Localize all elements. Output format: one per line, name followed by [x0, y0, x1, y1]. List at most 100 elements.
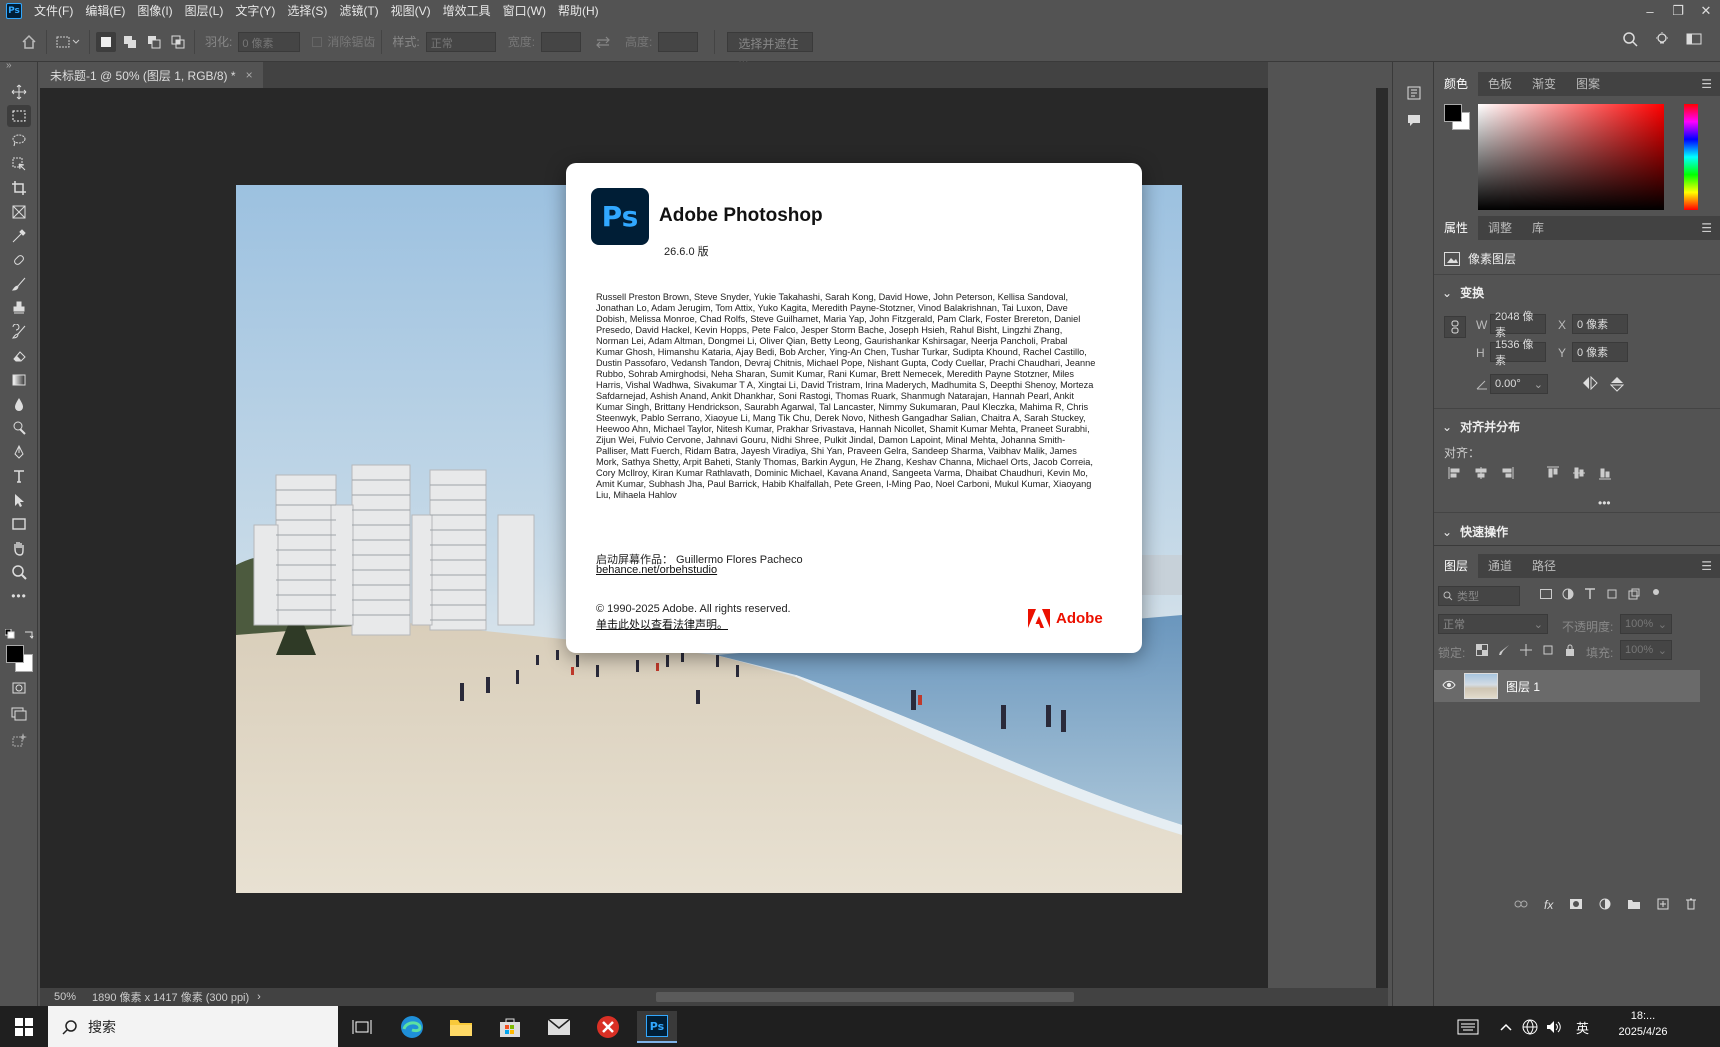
crop-tool-icon[interactable] [7, 177, 31, 199]
more-tools-icon[interactable]: ••• [7, 585, 31, 607]
color-panel-foreground-swatch[interactable] [1444, 104, 1462, 122]
tab-layers[interactable]: 图层 [1434, 554, 1479, 578]
toolbox-app-icon[interactable] [588, 1011, 628, 1043]
align-center-h-icon[interactable] [1474, 466, 1488, 483]
keyboard-icon[interactable] [1448, 1011, 1488, 1043]
width-field[interactable]: 2048 像素 [1490, 311, 1546, 339]
filter-pixel-icon[interactable] [1540, 588, 1552, 603]
spot-healing-tool-icon[interactable] [7, 249, 31, 271]
move-tool-icon[interactable] [7, 81, 31, 103]
taskbar-search-box[interactable]: 搜索 [48, 1006, 338, 1047]
document-tab[interactable]: 未标题-1 @ 50% (图层 1, RGB/8) * × [40, 62, 263, 88]
close-tab-icon[interactable]: × [246, 68, 253, 82]
task-view-icon[interactable] [342, 1011, 382, 1043]
flip-horizontal-icon[interactable] [1582, 375, 1598, 393]
menu-window[interactable]: 窗口(W) [497, 0, 552, 22]
color-field[interactable] [1478, 104, 1664, 210]
history-brush-tool-icon[interactable] [7, 321, 31, 343]
edge-browser-icon[interactable] [392, 1011, 432, 1043]
hand-tool-icon[interactable] [7, 537, 31, 559]
swap-dimensions-icon[interactable] [593, 32, 613, 52]
menu-plugins[interactable]: 增效工具 [437, 0, 497, 22]
gradient-tool-icon[interactable] [7, 369, 31, 391]
about-photoshop-dialog[interactable]: Ps Adobe Photoshop 26.6.0 版 Russell Pres… [566, 163, 1142, 653]
rectangle-tool-icon[interactable] [7, 513, 31, 535]
workspace-icon[interactable] [1686, 31, 1702, 50]
lock-artboard-icon[interactable] [1542, 644, 1554, 659]
menu-image[interactable]: 图像(I) [131, 0, 178, 22]
file-explorer-icon[interactable] [441, 1011, 481, 1043]
brush-tool-icon[interactable] [7, 273, 31, 295]
minimize-button[interactable]: – [1636, 0, 1664, 22]
align-bottom-icon[interactable] [1598, 466, 1612, 483]
tab-properties[interactable]: 属性 [1434, 216, 1479, 240]
new-selection-icon[interactable] [96, 31, 116, 52]
feather-input[interactable]: 0 像素 [238, 31, 301, 52]
search-icon[interactable] [1622, 31, 1638, 50]
discover-bulb-icon[interactable] [1654, 31, 1670, 50]
tab-paths[interactable]: 路径 [1522, 554, 1566, 578]
filter-type-icon[interactable] [1584, 588, 1596, 603]
tab-adjustments[interactable]: 调整 [1478, 216, 1522, 240]
menu-edit[interactable]: 编辑(E) [79, 0, 131, 22]
show-hidden-icons-icon[interactable] [1496, 1011, 1516, 1043]
quick-mask-icon[interactable] [7, 677, 31, 699]
screen-mode-icon[interactable] [7, 703, 31, 725]
height-field[interactable]: 1536 像素 [1490, 339, 1546, 367]
style-select[interactable]: 正常 [425, 31, 496, 52]
foreground-color-swatch[interactable] [6, 645, 24, 663]
new-group-icon[interactable] [1627, 898, 1641, 913]
frame-tool-icon[interactable] [7, 201, 31, 223]
layer-effects-icon[interactable]: fx [1544, 898, 1553, 913]
quick-actions-section-title[interactable]: ⌄ 快速操作 [1442, 523, 1508, 540]
rectangular-marquee-tool-icon[interactable] [7, 105, 31, 127]
zoom-level[interactable]: 50% [54, 991, 76, 1003]
object-selection-tool-icon[interactable] [7, 153, 31, 175]
select-and-mask-button[interactable]: 选择并遮住 ... [727, 31, 814, 66]
adjustment-layer-icon[interactable] [1599, 898, 1611, 913]
layer-filter-select[interactable]: 类型 [1438, 586, 1520, 606]
eye-icon[interactable] [1442, 679, 1456, 693]
lock-transparent-icon[interactable] [1476, 644, 1488, 659]
width-input[interactable] [541, 31, 582, 52]
splash-credit-link[interactable]: behance.net/orbehstudio [596, 564, 717, 576]
height-input[interactable] [658, 31, 699, 52]
zoom-tool-icon[interactable] [7, 561, 31, 583]
history-panel-icon[interactable] [1407, 86, 1421, 103]
intersect-selection-icon[interactable] [168, 32, 188, 52]
close-window-button[interactable]: ✕ [1692, 0, 1720, 22]
eraser-tool-icon[interactable] [7, 345, 31, 367]
flip-vertical-icon[interactable] [1609, 376, 1625, 395]
filter-shape-icon[interactable] [1606, 588, 1618, 603]
filter-toggle-icon[interactable] [1650, 588, 1662, 603]
opacity-field[interactable]: 100% ⌄ [1620, 614, 1672, 634]
blur-tool-icon[interactable] [7, 393, 31, 415]
menu-filter[interactable]: 滤镜(T) [333, 0, 384, 22]
y-field[interactable]: 0 像素 [1572, 342, 1628, 362]
network-icon[interactable] [1518, 1011, 1542, 1043]
align-middle-v-icon[interactable] [1572, 466, 1586, 483]
eyedropper-tool-icon[interactable] [7, 225, 31, 247]
hue-slider[interactable] [1684, 104, 1698, 210]
tab-swatches[interactable]: 色板 [1478, 72, 1522, 96]
panel-menu-icon[interactable]: ☰ [1701, 221, 1712, 235]
panel-menu-icon[interactable]: ☰ [1701, 559, 1712, 573]
volume-icon[interactable] [1542, 1011, 1566, 1043]
tab-patterns[interactable]: 图案 [1566, 72, 1610, 96]
dodge-tool-icon[interactable] [7, 417, 31, 439]
microsoft-store-icon[interactable] [490, 1011, 530, 1043]
align-left-icon[interactable] [1448, 466, 1462, 483]
swap-colors-icon[interactable] [24, 628, 34, 642]
home-icon[interactable] [18, 32, 40, 52]
comments-panel-icon[interactable] [1407, 114, 1421, 131]
subtract-selection-icon[interactable] [144, 32, 164, 52]
menu-file[interactable]: 文件(F) [28, 0, 79, 22]
mail-icon[interactable] [539, 1011, 579, 1043]
lock-image-icon[interactable] [1498, 644, 1510, 659]
collapse-toolbar-icon[interactable]: » [6, 60, 12, 71]
restore-button[interactable]: ❐ [1664, 0, 1692, 22]
delete-layer-icon[interactable] [1685, 898, 1697, 913]
pen-tool-icon[interactable] [7, 441, 31, 463]
layer-name[interactable]: 图层 1 [1506, 678, 1540, 695]
menu-select[interactable]: 选择(S) [281, 0, 333, 22]
